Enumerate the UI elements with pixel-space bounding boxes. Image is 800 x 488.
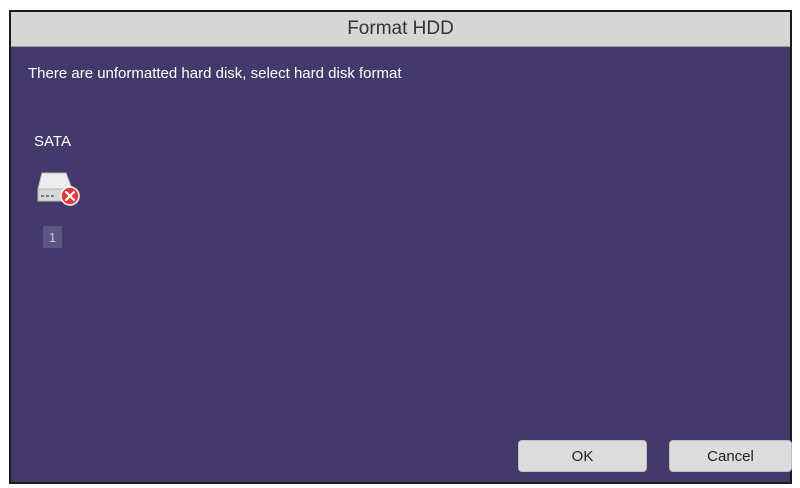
dialog-title: Format HDD [347,18,454,39]
disk-index: 1 [43,226,62,248]
ok-button[interactable]: OK [518,440,647,472]
disk-group-label: SATA [34,133,71,150]
dialog-titlebar: Format HDD [11,12,790,47]
cancel-button[interactable]: Cancel [669,440,792,472]
hdd-error-icon [37,172,80,206]
dialog-message: There are unformatted hard disk, select … [28,65,402,82]
disk-item[interactable]: 1 [31,167,87,257]
format-hdd-dialog: Format HDD There are unformatted hard di… [9,10,792,484]
